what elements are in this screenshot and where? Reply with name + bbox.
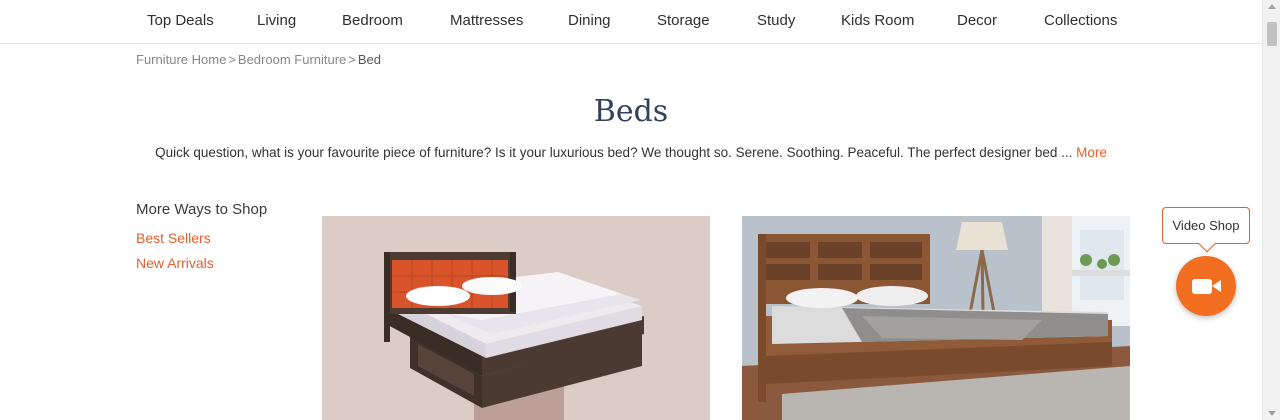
- nav-item-living[interactable]: Living: [257, 12, 296, 29]
- page-scrollbar[interactable]: [1262, 0, 1280, 420]
- scroll-down-arrow-icon[interactable]: [1268, 411, 1276, 416]
- new-arrivals-link[interactable]: New Arrivals: [136, 255, 214, 271]
- nav-item-mattresses[interactable]: Mattresses: [450, 12, 523, 29]
- video-shop-button[interactable]: [1176, 256, 1236, 316]
- category-description: Quick question, what is your favourite p…: [0, 145, 1262, 160]
- tooltip-tail: [1198, 235, 1216, 253]
- scrollbar-thumb[interactable]: [1267, 22, 1277, 46]
- video-shop-tooltip[interactable]: Video Shop: [1162, 207, 1250, 253]
- best-sellers-link[interactable]: Best Sellers: [136, 230, 211, 246]
- scroll-up-arrow-icon[interactable]: [1268, 4, 1276, 9]
- video-camera-lens: [1212, 280, 1221, 292]
- bed-with-orange-headboard-image: [322, 216, 710, 420]
- nav-item-dining[interactable]: Dining: [568, 12, 611, 29]
- nav-item-collections[interactable]: Collections: [1044, 12, 1117, 29]
- breadcrumb-bedroom-furniture[interactable]: Bedroom Furniture: [238, 52, 346, 67]
- page-title: Beds: [593, 94, 669, 129]
- top-navigation: Top Deals Living Bedroom Mattresses Dini…: [0, 0, 1262, 44]
- nav-item-top-deals[interactable]: Top Deals: [147, 12, 214, 29]
- nav-item-study[interactable]: Study: [757, 12, 795, 29]
- nav-item-decor[interactable]: Decor: [957, 12, 997, 29]
- breadcrumb-separator: >: [348, 52, 356, 67]
- description-more-link[interactable]: More: [1076, 145, 1107, 160]
- product-card-bed-1[interactable]: [322, 216, 710, 420]
- breadcrumb: Furniture Home > Bedroom Furniture > Bed: [136, 52, 381, 67]
- video-camera-icon: [1192, 279, 1212, 294]
- more-ways-to-shop-title: More Ways to Shop: [136, 201, 268, 218]
- nav-item-storage[interactable]: Storage: [657, 12, 710, 29]
- breadcrumb-furniture-home[interactable]: Furniture Home: [136, 52, 226, 67]
- breadcrumb-separator: >: [228, 52, 236, 67]
- video-shop-label: Video Shop: [1172, 218, 1240, 233]
- product-card-bed-2[interactable]: [742, 216, 1130, 420]
- description-text: Quick question, what is your favourite p…: [155, 145, 1073, 160]
- nav-item-kids-room[interactable]: Kids Room: [841, 12, 914, 29]
- nav-item-bedroom[interactable]: Bedroom: [342, 12, 403, 29]
- breadcrumb-current: Bed: [357, 52, 382, 67]
- bed-in-bedroom-image: [742, 216, 1130, 420]
